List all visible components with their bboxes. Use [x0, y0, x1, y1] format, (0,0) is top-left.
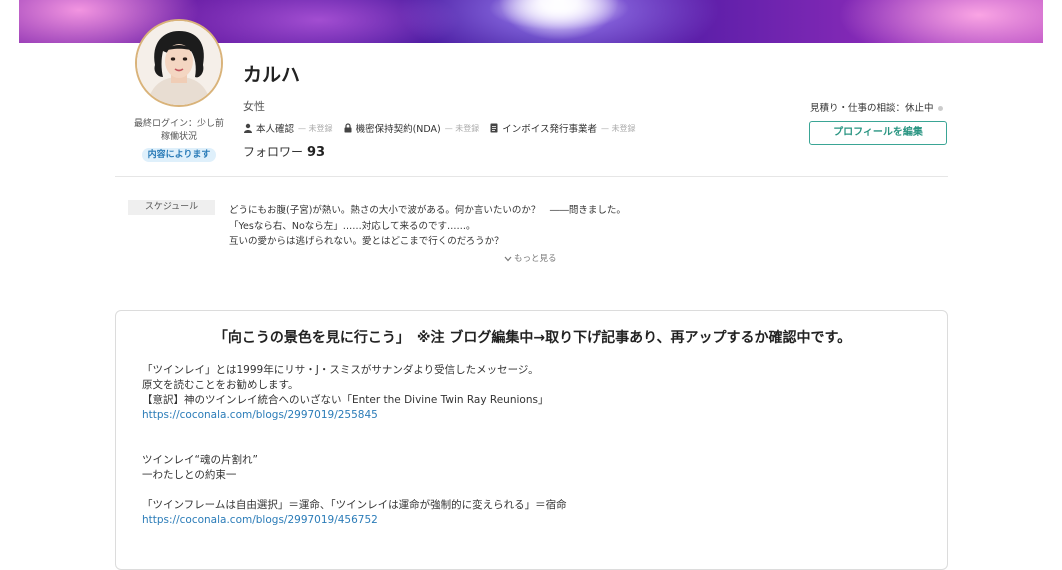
schedule-text: どうにもお腹(子宮)が熱い。熱さの大小で波がある。何か言いたいのか？ ――問きま…	[229, 203, 626, 250]
edit-profile-button[interactable]: プロフィールを編集	[809, 121, 947, 145]
avatar[interactable]	[135, 19, 223, 107]
show-more-link[interactable]: もっと見る	[504, 252, 557, 264]
verification-nda: 機密保持契約(NDA) — 未登録	[343, 121, 480, 135]
last-login-text: 最終ログイン：少し前	[133, 119, 224, 129]
verification-invoice: インボイス発行事業者 — 未登録	[489, 121, 636, 135]
show-more-label: もっと見る	[514, 254, 557, 264]
article-line: 「ツインフレームは自由選択」＝運命、「ツインレイは運命が強制的に変えられる」＝宿…	[142, 499, 567, 511]
verification-state: — 未登録	[298, 123, 333, 133]
verification-label: 本人確認	[256, 124, 295, 135]
verification-state: — 未登録	[444, 123, 480, 133]
schedule-line: 互いの愛からは逃げられない。愛とはどこまで行くのだろうか？	[229, 236, 504, 247]
gender-label: 女性	[243, 100, 265, 113]
article-line: 原文を読むことをお勧めします。	[142, 379, 299, 391]
article-title: 「向こうの景色を見に行こう」 ※注 ブログ編集中→取り下げ記事あり、再アップする…	[213, 330, 852, 346]
person-icon	[244, 123, 252, 133]
verification-list: 本人確認 — 未登録 機密保持契約(NDA) — 未登録 インボイス発行事業者 …	[243, 121, 646, 135]
article-line: 一わたしとの約束一	[142, 469, 237, 481]
verification-identity: 本人確認 — 未登録	[243, 121, 333, 135]
activity-label: 稼働状況	[160, 132, 197, 142]
document-icon	[490, 123, 498, 133]
schedule-line: どうにもお腹(子宮)が熱い。熱さの大小で波がある。何か言いたいのか？ ――問きま…	[229, 205, 626, 216]
verification-state: — 未登録	[601, 123, 636, 133]
lock-icon	[344, 123, 352, 133]
status-badge: 内容によります	[142, 148, 216, 162]
schedule-line: 「Yesなら右、Noなら左」……対応して来るのです……。	[229, 220, 476, 232]
banner-light	[489, 0, 629, 43]
consult-status-text: 見積り・仕事の相談：休止中	[810, 103, 934, 114]
consult-status: 見積り・仕事の相談：休止中	[810, 100, 943, 114]
article-link[interactable]: https://coconala.com/blogs/2997019/45675…	[142, 513, 567, 528]
last-login: 最終ログイン：少し前 稼働状況	[126, 118, 232, 144]
article-line: 【意訳】神のツインレイ統合へのいざない「Enter the Divine Twi…	[142, 394, 549, 406]
status-dot-icon	[937, 106, 943, 111]
schedule-tag: スケジュール	[128, 200, 215, 215]
blog-article-card: 「向こうの景色を見に行こう」 ※注 ブログ編集中→取り下げ記事あり、再アップする…	[115, 310, 948, 570]
article-link[interactable]: https://coconala.com/blogs/2997019/25584…	[142, 408, 567, 423]
profile-name: カルハ	[243, 64, 301, 86]
avatar-portrait-icon	[137, 21, 221, 105]
followers[interactable]: フォロワー 93	[243, 143, 325, 160]
verification-label: 機密保持契約(NDA)	[355, 124, 441, 135]
article-body: 「ツインレイ」とは1999年にリサ・J・スミスがサナンダより受信したメッセージ。…	[142, 363, 567, 528]
article-line: 「ツインレイ」とは1999年にリサ・J・スミスがサナンダより受信したメッセージ。	[142, 364, 539, 376]
followers-label: フォロワー	[243, 145, 304, 159]
chevron-down-icon	[504, 256, 512, 261]
verification-label: インボイス発行事業者	[502, 124, 597, 135]
followers-count: 93	[307, 145, 326, 160]
article-line: ツインレイ“魂の片割れ”	[142, 454, 258, 466]
divider	[115, 176, 948, 177]
